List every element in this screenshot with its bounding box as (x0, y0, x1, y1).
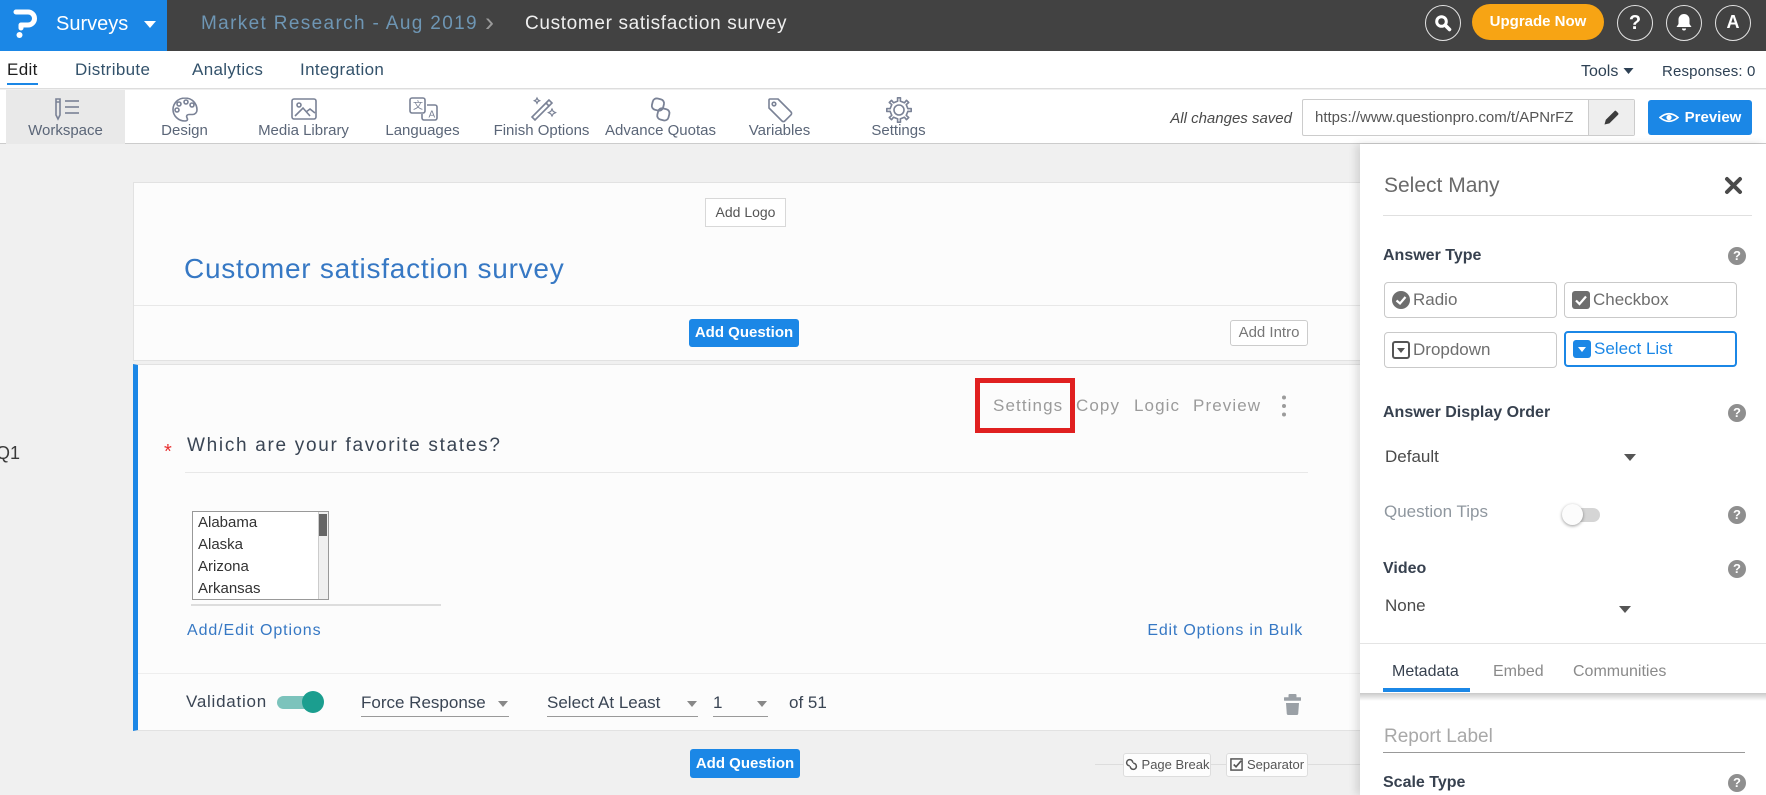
svg-text:A: A (428, 110, 435, 121)
svg-text:文: 文 (413, 99, 423, 112)
